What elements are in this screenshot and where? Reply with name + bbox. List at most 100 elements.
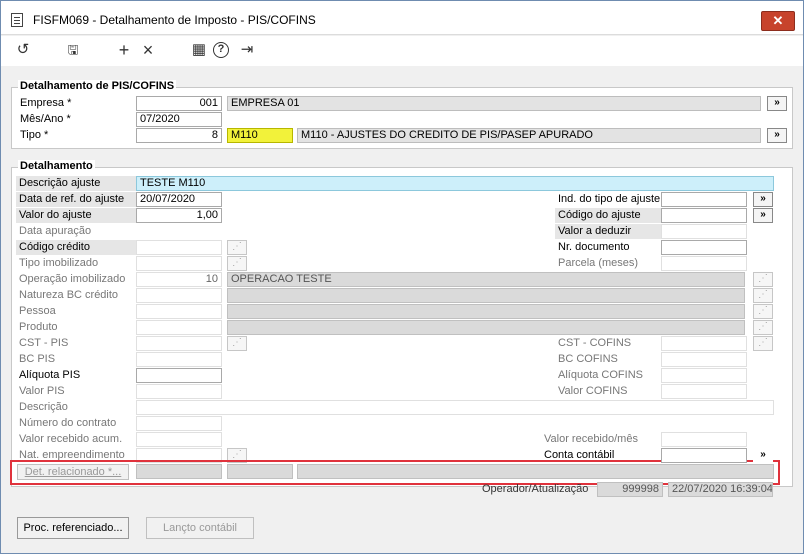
- tipo-imobilizado-field: [136, 256, 222, 271]
- cst-cofins-field: [661, 336, 747, 351]
- main-window: FISFM069 - Detalhamento de Imposto - PIS…: [0, 0, 804, 554]
- operador-field: 999998: [597, 482, 663, 497]
- ind-tipo-ajuste-lookup-button[interactable]: »: [753, 192, 773, 207]
- descricao-label: Descrição: [19, 401, 68, 413]
- aliquota-cofins-label: Alíquota COFINS: [558, 369, 643, 381]
- highlight-box: [10, 460, 780, 485]
- tipo-imobilizado-label: Tipo imobilizado: [19, 257, 99, 269]
- valor-recebido-acum-label: Valor recebido acum.: [19, 433, 123, 445]
- pessoa-label: Pessoa: [19, 305, 56, 317]
- natureza-bc-label: Natureza BC crédito: [19, 289, 119, 301]
- natureza-bc-field: [136, 288, 222, 303]
- descricao-ajuste-field[interactable]: TESTE M110: [136, 176, 774, 191]
- aliquota-pis-field[interactable]: [136, 368, 222, 383]
- atualizacao-field: 22/07/2020 16:39:04: [668, 482, 773, 497]
- parcela-field: [661, 256, 747, 271]
- pessoa-lookup-button[interactable]: ⋰: [753, 304, 773, 319]
- numero-contrato-field: [136, 416, 222, 431]
- calendar-icon[interactable]: ▦: [189, 40, 209, 60]
- document-icon: [11, 13, 23, 27]
- tipo-lookup-button[interactable]: »: [767, 128, 787, 143]
- operacao-imob-label: Operação imobilizado: [19, 273, 126, 285]
- pessoa-desc-field: [227, 304, 745, 319]
- descricao-ajuste-label: Descrição ajuste: [16, 176, 136, 191]
- bc-pis-field: [136, 352, 222, 367]
- natureza-bc-lookup-button[interactable]: ⋰: [753, 288, 773, 303]
- detalhamento-legend: Detalhamento: [18, 160, 95, 172]
- data-apuracao-field: [136, 224, 222, 239]
- nr-documento-field[interactable]: [661, 240, 747, 255]
- cst-pis-field: [136, 336, 222, 351]
- produto-lookup-button[interactable]: ⋰: [753, 320, 773, 335]
- valor-recebido-acum-field: [136, 432, 222, 447]
- toolbar: ↺ 🖫 + × ▦ ? ⇥: [1, 36, 803, 66]
- valor-pis-label: Valor PIS: [19, 385, 65, 397]
- tipo-label: Tipo *: [20, 129, 49, 141]
- valor-ajuste-label: Valor do ajuste: [16, 208, 136, 223]
- bc-pis-label: BC PIS: [19, 353, 56, 365]
- save-icon[interactable]: 🖫: [63, 40, 83, 60]
- produto-label: Produto: [19, 321, 58, 333]
- nr-documento-label: Nr. documento: [558, 241, 630, 253]
- empresa-lookup-button[interactable]: »: [767, 96, 787, 111]
- operacao-imob-lookup-button[interactable]: ⋰: [753, 272, 773, 287]
- natureza-bc-desc-field: [227, 288, 745, 303]
- codigo-ajuste-lookup-button[interactable]: »: [753, 208, 773, 223]
- proc-referenciado-button[interactable]: Proc. referenciado...: [17, 517, 129, 539]
- bc-cofins-field: [661, 352, 747, 367]
- produto-desc-field: [227, 320, 745, 335]
- valor-deduzir-field[interactable]: [661, 224, 747, 239]
- help-icon[interactable]: ?: [213, 42, 229, 58]
- parcela-label: Parcela (meses): [558, 257, 639, 269]
- conta-contabil-lookup-button[interactable]: »: [753, 448, 773, 463]
- cst-cofins-lookup-button[interactable]: ⋰: [753, 336, 773, 351]
- codigo-ajuste-label: Código do ajuste: [555, 208, 661, 223]
- operador-label: Operador/Atualização: [482, 483, 589, 495]
- tipo-desc-field: M110 - AJUSTES DO CREDITO DE PIS/PASEP A…: [297, 128, 761, 143]
- tipo-code-field[interactable]: 8: [136, 128, 222, 143]
- mesano-field[interactable]: 07/2020: [136, 112, 222, 127]
- cst-cofins-label: CST - COFINS: [558, 337, 632, 349]
- empresa-label: Empresa *: [20, 97, 72, 109]
- aliquota-cofins-field: [661, 368, 747, 383]
- tipo-short-field[interactable]: M110: [227, 128, 293, 143]
- undo-icon[interactable]: ↺: [13, 40, 33, 60]
- mesano-label: Mês/Ano *: [20, 113, 71, 125]
- lancto-contabil-button[interactable]: Lançto contábil: [146, 517, 254, 539]
- add-icon[interactable]: +: [114, 40, 134, 60]
- ind-tipo-ajuste-field[interactable]: [661, 192, 747, 207]
- codigo-credito-field[interactable]: [136, 240, 222, 255]
- valor-recebido-mes-label: Valor recebido/mês: [544, 433, 638, 445]
- descricao-field: [136, 400, 774, 415]
- codigo-credito-label: Código crédito: [16, 240, 136, 255]
- valor-deduzir-label: Valor a deduzir: [555, 224, 661, 239]
- cancel-icon[interactable]: ×: [138, 40, 158, 60]
- window-title: FISFM069 - Detalhamento de Imposto - PIS…: [33, 13, 316, 27]
- cst-pis-lookup-button[interactable]: ⋰: [227, 336, 247, 351]
- produto-field: [136, 320, 222, 335]
- header-legend: Detalhamento de PIS/COFINS: [18, 80, 177, 92]
- bc-cofins-label: BC COFINS: [558, 353, 618, 365]
- codigo-credito-lookup-button[interactable]: ⋰: [227, 240, 247, 255]
- operacao-imob-code-field: 10: [136, 272, 222, 287]
- numero-contrato-label: Número do contrato: [19, 417, 117, 429]
- codigo-ajuste-field[interactable]: [661, 208, 747, 223]
- close-button[interactable]: ✕: [761, 11, 795, 31]
- valor-recebido-mes-field: [661, 432, 747, 447]
- empresa-code-field[interactable]: 001: [136, 96, 222, 111]
- cst-pis-label: CST - PIS: [19, 337, 69, 349]
- title-bar: FISFM069 - Detalhamento de Imposto - PIS…: [1, 1, 803, 35]
- data-apuracao-label: Data apuração: [19, 225, 92, 237]
- conta-contabil-label: Conta contábil: [544, 449, 615, 461]
- valor-pis-field: [136, 384, 222, 399]
- valor-cofins-field: [661, 384, 747, 399]
- valor-ajuste-field[interactable]: 1,00: [136, 208, 222, 223]
- conta-contabil-field[interactable]: [661, 448, 747, 463]
- tipo-imobilizado-lookup-button[interactable]: ⋰: [227, 256, 247, 271]
- data-ref-field[interactable]: 20/07/2020: [136, 192, 222, 207]
- ind-tipo-ajuste-label: Ind. do tipo de ajuste: [558, 193, 661, 205]
- data-ref-label: Data de ref. do ajuste: [16, 192, 136, 207]
- exit-icon[interactable]: ⇥: [237, 40, 257, 60]
- aliquota-pis-label: Alíquota PIS: [19, 369, 81, 381]
- pessoa-field: [136, 304, 222, 319]
